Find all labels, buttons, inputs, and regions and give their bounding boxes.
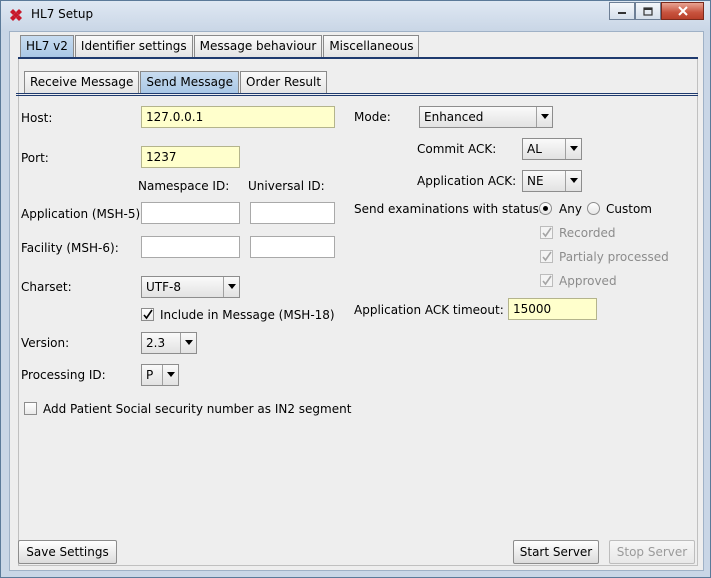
processing-id-label: Processing ID: [21,368,106,382]
partially-processed-checkbox[interactable] [540,250,553,263]
application-namespace-input[interactable] [141,202,240,224]
chevron-down-icon [565,139,581,159]
ack-timeout-label: Application ACK timeout: [354,303,504,317]
universal-id-header: Universal ID: [248,179,325,193]
include-msh18-label: Include in Message (MSH-18) [160,308,335,322]
approved-label: Approved [559,274,617,288]
chevron-down-icon [565,171,581,191]
application-ack-value: NE [527,174,544,188]
host-label: Host: [21,111,53,125]
status-custom-label: Custom [606,202,652,216]
stop-server-button[interactable]: Stop Server [609,540,695,564]
approved-checkbox[interactable] [540,274,553,287]
application-ack-dropdown[interactable]: NE [522,170,582,192]
app-logo-icon [10,9,22,21]
status-custom-radio[interactable] [587,202,600,215]
dialog-content: HL7 v2 Identifier settings Message behav… [9,31,704,571]
tab-receive-message[interactable]: Receive Message [24,71,140,93]
close-button[interactable] [661,2,704,20]
commit-ack-dropdown[interactable]: AL [522,138,582,160]
port-label: Port: [21,151,49,165]
application-ack-label: Application ACK: [417,174,517,188]
close-icon [677,6,688,16]
host-input[interactable]: 127.0.0.1 [141,106,335,128]
facility-label: Facility (MSH-6): [21,241,119,255]
recorded-checkbox[interactable] [540,226,553,239]
version-label: Version: [21,336,70,350]
status-any-label: Any [559,202,582,216]
patient-ssn-checkbox[interactable] [24,402,37,415]
ack-timeout-input[interactable]: 15000 [508,298,597,320]
facility-universal-input[interactable] [250,236,335,258]
mode-label: Mode: [354,110,391,124]
commit-ack-value: AL [527,142,542,156]
radio-selected-dot [543,206,548,211]
checkmark-icon [143,309,153,320]
chevron-down-icon [180,333,196,353]
mode-value: Enhanced [424,110,484,124]
recorded-label: Recorded [559,226,616,240]
chevron-down-icon [223,277,239,297]
patient-ssn-label: Add Patient Social security number as IN… [43,402,352,416]
port-input[interactable]: 1237 [141,146,240,168]
application-label: Application (MSH-5): [21,207,145,221]
save-settings-button[interactable]: Save Settings [18,540,117,564]
application-universal-input[interactable] [250,202,335,224]
main-tab-bar: HL7 v2 Identifier settings Message behav… [20,35,420,57]
sub-tab-divider [16,93,698,94]
processing-id-dropdown[interactable]: P [141,364,179,386]
maximize-button[interactable] [635,2,661,20]
sub-tab-bar: Receive Message Send Message Order Resul… [24,71,328,93]
version-dropdown[interactable]: 2.3 [141,332,197,354]
sub-tab-divider-lower [16,95,698,96]
minimize-icon [618,12,626,14]
chevron-down-icon [162,365,178,385]
version-value: 2.3 [146,336,166,350]
tab-order-result[interactable]: Order Result [240,71,328,93]
include-msh18-checkbox[interactable] [141,308,154,321]
minimize-button[interactable] [609,2,635,20]
status-any-radio[interactable] [539,202,552,215]
checkmark-icon [542,251,552,262]
charset-dropdown[interactable]: UTF-8 [141,276,240,298]
window-title: HL7 Setup [31,7,94,21]
title-bar[interactable]: HL7 Setup [1,1,710,29]
charset-label: Charset: [21,280,72,294]
partially-processed-label: Partialy processed [559,250,669,264]
tab-identifier-settings[interactable]: Identifier settings [74,35,193,57]
tab-hl7-v2[interactable]: HL7 v2 [20,35,74,57]
tab-send-message[interactable]: Send Message [140,71,240,93]
maximize-icon [643,6,653,16]
checkmark-icon [542,227,552,238]
namespace-id-header: Namespace ID: [138,179,230,193]
checkmark-icon [542,275,552,286]
tab-message-behaviour[interactable]: Message behaviour [193,35,323,57]
send-status-label: Send examinations with status: [354,202,543,216]
start-server-button[interactable]: Start Server [513,540,599,564]
facility-namespace-input[interactable] [141,236,240,258]
mode-dropdown[interactable]: Enhanced [419,106,553,128]
charset-value: UTF-8 [146,280,181,294]
hl7-setup-window: HL7 Setup HL7 v2 Identifier settings Mes… [0,0,711,578]
tab-miscellaneous[interactable]: Miscellaneous [323,35,420,57]
commit-ack-label: Commit ACK: [417,142,497,156]
processing-id-value: P [146,368,154,382]
chevron-down-icon [536,107,552,127]
